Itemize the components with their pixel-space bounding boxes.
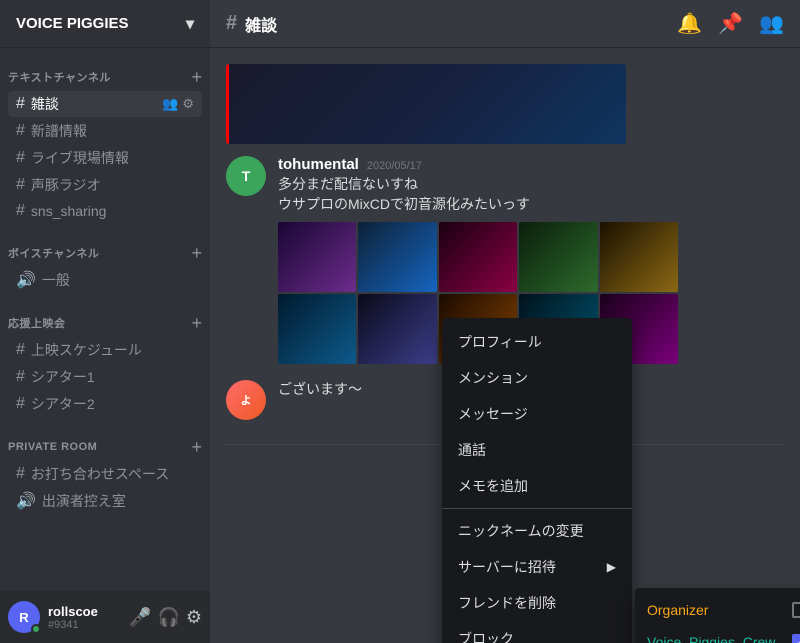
gear-icon[interactable]: ⚙ <box>182 96 194 112</box>
hash-icon: # <box>16 368 25 386</box>
channel-item-shuen[interactable]: 🔊 出演者控え室 <box>8 488 202 514</box>
server-name: VOICE PIGGIES <box>16 15 129 32</box>
banner-placeholder <box>226 64 626 144</box>
role-name-organizer: Organizer <box>647 602 792 618</box>
role-checkbox-organizer[interactable] <box>792 602 800 618</box>
section-header-ouen[interactable]: 応援上映会 + <box>0 310 210 336</box>
channel-item-radio[interactable]: # 声豚ラジオ <box>8 172 202 198</box>
user-bar-actions: 🎤 🎧 ⚙ <box>129 607 202 628</box>
channel-item-uchiawase[interactable]: # お打ち合わせスペース <box>8 461 202 487</box>
bell-icon[interactable]: 🔔 <box>677 11 702 36</box>
message-text-1: 多分まだ配信ないすね <box>278 175 784 195</box>
image-cell-2 <box>358 222 436 292</box>
channel-item-sns[interactable]: # sns_sharing <box>8 199 202 223</box>
section-header-voice[interactable]: ボイスチャンネル + <box>0 240 210 266</box>
section-label-private: PRIVATE ROOM <box>8 441 97 453</box>
ctx-call[interactable]: 通話 <box>442 432 632 468</box>
section-header-text[interactable]: テキストチャンネル + <box>0 64 210 90</box>
hash-icon: # <box>16 395 25 413</box>
settings-icon[interactable]: ⚙ <box>186 607 202 628</box>
ctx-mention[interactable]: メンション <box>442 360 632 396</box>
role-checkbox-crew[interactable]: ✓ <box>792 634 800 643</box>
message-timestamp: 2020/05/17 <box>367 160 422 172</box>
context-menu: プロフィール メンション メッセージ 通話 メモを追加 ニックネームの変更 サー… <box>442 318 632 643</box>
ctx-profile[interactable]: プロフィール <box>442 324 632 360</box>
section-label-ouen: 応援上映会 <box>8 315 66 331</box>
ctx-message[interactable]: メッセージ <box>442 396 632 432</box>
image-cell-4 <box>519 222 597 292</box>
section-voice-channels: ボイスチャンネル + 🔊 一般 <box>0 240 210 294</box>
message-avatar-2: よ <box>226 380 266 420</box>
hash-icon: # <box>16 149 25 167</box>
add-private-channel-button[interactable]: + <box>191 438 202 456</box>
add-text-channel-button[interactable]: + <box>191 68 202 86</box>
avatar: R <box>8 601 40 633</box>
speaker-icon: 🔊 <box>16 491 36 511</box>
message-username: tohumental <box>278 156 359 173</box>
hash-icon: # <box>16 341 25 359</box>
ctx-unfriend[interactable]: フレンドを削除 <box>442 585 632 621</box>
message-avatar: T <box>226 156 266 196</box>
section-ouen: 応援上映会 + # 上映スケジュール # シアター1 # シアター2 <box>0 310 210 418</box>
image-cell-5 <box>600 222 678 292</box>
section-header-private[interactable]: PRIVATE ROOM + <box>0 434 210 460</box>
user-settings-icon[interactable]: 👥 <box>162 96 178 112</box>
section-label-voice: ボイスチャンネル <box>8 245 99 261</box>
username: rollscoe <box>48 604 121 619</box>
messages-area[interactable]: T tohumental 2020/05/17 多分まだ配信ないすね ウサプロの… <box>210 48 800 643</box>
channel-item-ippan[interactable]: 🔊 一般 <box>8 267 202 293</box>
role-name-crew: Voice_Piggies_Crew <box>647 634 792 643</box>
user-bar: R rollscoe #9341 🎤 🎧 ⚙ <box>0 591 210 643</box>
role-item-crew[interactable]: Voice_Piggies_Crew ✓ <box>635 626 800 643</box>
sidebar: VOICE PIGGIES ▾ テキストチャンネル + # 雑談 👥 ⚙ # 新… <box>0 0 210 643</box>
channel-item-shinkyoku[interactable]: # 新譜情報 <box>8 118 202 144</box>
message-header: tohumental 2020/05/17 <box>278 156 784 173</box>
role-submenu: Organizer Voice_Piggies_Crew ✓ Guest <box>635 588 800 643</box>
channel-item-theater2[interactable]: # シアター2 <box>8 391 202 417</box>
banner-image <box>226 64 646 144</box>
hash-icon: # <box>16 122 25 140</box>
hash-icon: # <box>16 202 25 220</box>
ctx-separator-1 <box>442 508 632 509</box>
section-text-channels: テキストチャンネル + # 雑談 👥 ⚙ # 新譜情報 # ライブ現場情報 # … <box>0 64 210 224</box>
channel-header: # 雑談 🔔 📌 👥 <box>210 0 800 48</box>
members-icon[interactable]: 👥 <box>759 11 784 36</box>
submenu-arrow-icon: ▶ <box>607 560 616 574</box>
channel-item-schedule[interactable]: # 上映スケジュール <box>8 337 202 363</box>
image-cell-7 <box>358 294 436 364</box>
status-indicator <box>31 624 41 634</box>
discriminator: #9341 <box>48 619 121 631</box>
channel-item-zatsudaan[interactable]: # 雑談 👥 ⚙ <box>8 91 202 117</box>
ctx-invite[interactable]: サーバーに招待 ▶ <box>442 549 632 585</box>
add-voice-channel-button[interactable]: + <box>191 244 202 262</box>
headphones-icon[interactable]: 🎧 <box>157 607 179 628</box>
channel-hash-icon: # <box>226 12 237 35</box>
ctx-block[interactable]: ブロック <box>442 621 632 643</box>
image-cell-3 <box>439 222 517 292</box>
section-private-room: PRIVATE ROOM + # お打ち合わせスペース 🔊 出演者控え室 <box>0 434 210 515</box>
hash-icon: # <box>16 95 25 113</box>
channel-item-theater1[interactable]: # シアター1 <box>8 364 202 390</box>
image-cell-1 <box>278 222 356 292</box>
channel-item-live[interactable]: # ライブ現場情報 <box>8 145 202 171</box>
server-header[interactable]: VOICE PIGGIES ▾ <box>0 0 210 48</box>
channel-name: 雑談 <box>245 12 277 36</box>
image-cell-6 <box>278 294 356 364</box>
section-label-text: テキストチャンネル <box>8 69 111 85</box>
message-text-2: ウサプロのMixCDで初音源化みたいっす <box>278 195 784 215</box>
hash-icon: # <box>16 176 25 194</box>
server-chevron: ▾ <box>186 14 194 34</box>
header-right: 🔔 📌 👥 <box>677 11 784 36</box>
speaker-icon: 🔊 <box>16 270 36 290</box>
ctx-nickname[interactable]: ニックネームの変更 <box>442 513 632 549</box>
ctx-memo[interactable]: メモを追加 <box>442 468 632 504</box>
pin-icon[interactable]: 📌 <box>718 11 743 36</box>
main-content: # 雑談 🔔 📌 👥 T tohumental 2020/05/17 多分まだ配… <box>210 0 800 643</box>
channel-actions: 👥 ⚙ <box>162 96 194 112</box>
add-ouen-channel-button[interactable]: + <box>191 314 202 332</box>
role-item-organizer[interactable]: Organizer <box>635 594 800 626</box>
user-info: rollscoe #9341 <box>48 604 121 631</box>
mute-mic-icon[interactable]: 🎤 <box>129 607 151 628</box>
hash-icon: # <box>16 465 25 483</box>
